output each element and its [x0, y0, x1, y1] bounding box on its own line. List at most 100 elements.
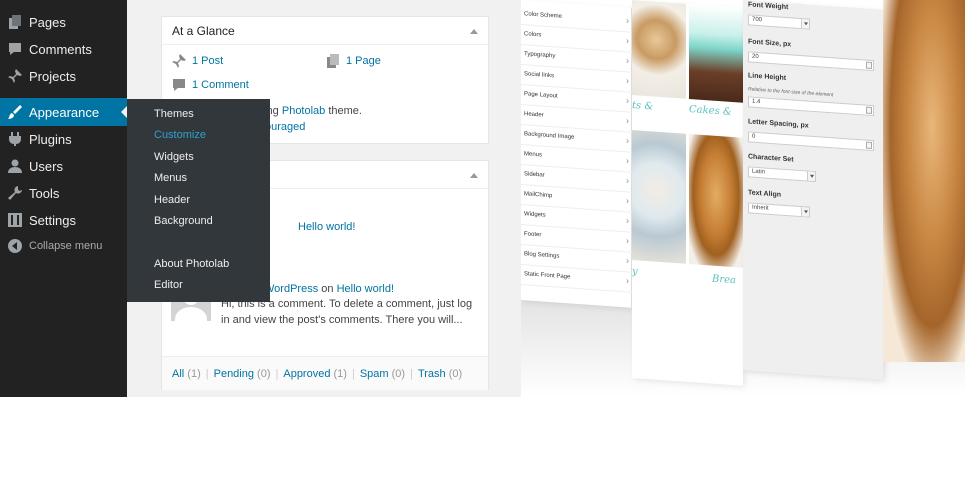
setting-label: Letter Spacing, px — [748, 118, 809, 130]
recent-post-link[interactable]: Hello world! — [298, 221, 355, 233]
settings-icon — [8, 213, 22, 227]
photo-caption: Cakes & — [689, 103, 732, 118]
panel-label: Sidebar — [524, 171, 545, 179]
collapse-icon — [8, 239, 22, 253]
comment-on-text: on — [318, 283, 337, 295]
customizer-preview-image: Color Scheme › Colors › Typography › Social… — [521, 0, 965, 397]
chevron-down-icon — [801, 207, 809, 217]
sidebar-item-label: Plugins — [29, 131, 72, 147]
glance-pages-label: 1 Page — [346, 55, 381, 67]
sidebar-item-label: Appearance — [29, 104, 100, 120]
panel-label: Menus — [524, 151, 543, 159]
panel-label: Background Image — [524, 131, 575, 141]
cupcake-photo — [689, 3, 743, 103]
comment-author-link[interactable]: WordPress — [264, 283, 318, 295]
stepper-icon — [866, 141, 872, 150]
panel-label: Static Front Page — [524, 271, 571, 281]
panel-label: Blog Settings — [524, 251, 560, 260]
comment-excerpt-line2: in and view the post's comments. There y… — [221, 314, 463, 326]
glance-comments-label: 1 Comment — [192, 79, 249, 91]
setting-label: Font Weight — [748, 1, 789, 12]
setting-value: Inherit — [752, 204, 769, 212]
chevron-down-icon — [807, 171, 815, 182]
sidebar-item-settings[interactable]: Settings — [0, 208, 127, 232]
plugins-icon — [8, 132, 22, 146]
setting-label: Line Height — [748, 72, 787, 83]
filter-count: (0) — [257, 367, 271, 380]
collapse-menu-label: Collapse menu — [29, 240, 103, 252]
sidebar-item-plugins[interactable]: Plugins — [0, 127, 127, 151]
admin-sidebar: Pages Comments Projects Appearance Plugi… — [0, 0, 127, 397]
setting-value: 1.4 — [752, 98, 761, 106]
sidebar-item-users[interactable]: Users — [0, 154, 127, 178]
font-size-input: 20 — [748, 51, 874, 72]
panel-label: Social links — [524, 71, 555, 80]
submenu-item-customize[interactable]: Customize — [154, 129, 206, 141]
appearance-icon — [8, 105, 22, 119]
theme-info-suffix: theme. — [325, 105, 362, 117]
filter-spam-link[interactable]: Spam — [360, 368, 389, 380]
filter-pending-link[interactable]: Pending — [214, 368, 254, 380]
submenu-item-widgets[interactable]: Widgets — [154, 151, 194, 163]
glance-posts-link[interactable]: 1 Post — [172, 54, 223, 68]
pages-icon — [8, 15, 22, 29]
pin-icon — [172, 54, 186, 68]
sidebar-item-label: Pages — [29, 14, 66, 30]
typography-settings-panel: Font Weight 700 Font Size, px 20 Line He… — [743, 0, 883, 380]
submenu-item-editor[interactable]: Editor — [154, 279, 183, 291]
photo-caption: Brea — [712, 273, 737, 287]
pages-icon — [326, 54, 340, 68]
submenu-item-background[interactable]: Background — [154, 215, 213, 227]
setting-value: 20 — [752, 53, 759, 61]
filter-all-link[interactable]: All — [172, 368, 184, 380]
croissants-photo — [689, 133, 743, 268]
setting-label: Character Set — [748, 153, 794, 164]
glance-posts-label: 1 Post — [192, 55, 224, 67]
submenu-item-menus[interactable]: Menus — [154, 172, 187, 184]
submenu-item-about-photolab[interactable]: About Photolab — [154, 258, 229, 270]
theme-info-text: ning Photolab theme. — [258, 105, 362, 117]
letter-spacing-input: 0 — [748, 131, 874, 152]
tools-icon — [8, 186, 22, 200]
filter-count: (0) — [448, 367, 463, 380]
sidebar-item-pages[interactable]: Pages — [0, 10, 127, 34]
widget-toggle-button[interactable] — [470, 29, 478, 34]
submenu-item-header[interactable]: Header — [154, 194, 190, 206]
cookies-photo — [632, 0, 686, 99]
theme-preview-panel: ts & Cakes & y Brea — [632, 0, 743, 386]
comment-meta: WordPress on Hello world! — [264, 283, 394, 295]
panel-label: Typography — [524, 51, 556, 60]
font-weight-select: 700 — [748, 14, 810, 30]
glance-pages-link[interactable]: 1 Page — [326, 54, 381, 68]
submenu-item-themes[interactable]: Themes — [154, 108, 194, 120]
sidebar-item-projects[interactable]: Projects — [0, 64, 127, 88]
theme-name-link[interactable]: Photolab — [282, 105, 325, 117]
filter-approved-link[interactable]: Approved — [283, 368, 330, 380]
sidebar-item-label: Users — [29, 158, 63, 174]
sidebar-item-label: Comments — [29, 41, 92, 57]
panel-label: Header — [524, 111, 544, 119]
comment-status-filters: All (1) | Pending (0) | Approved (1) | Spam… — [162, 356, 488, 390]
projects-icon — [8, 69, 22, 83]
sidebar-item-tools[interactable]: Tools — [0, 181, 127, 205]
search-engines-discouraged-link[interactable]: ouraged — [265, 121, 305, 133]
comments-icon — [8, 42, 22, 56]
widget-toggle-button[interactable] — [470, 173, 478, 178]
filter-count: (1) — [187, 367, 201, 380]
sidebar-item-appearance[interactable]: Appearance — [0, 98, 127, 126]
sidebar-item-comments[interactable]: Comments — [0, 37, 127, 61]
character-set-select: Latin — [748, 166, 816, 183]
filter-count: (0) — [391, 367, 406, 380]
filter-trash-link[interactable]: Trash — [418, 368, 446, 380]
dessert-photo — [632, 130, 686, 264]
filter-count: (1) — [333, 367, 347, 380]
customizer-panel-list: Color Scheme › Colors › Typography › Social… — [521, 0, 632, 308]
comment-post-link[interactable]: Hello world! — [337, 283, 394, 295]
panel-label: Color Scheme — [524, 11, 563, 20]
panel-label: Footer — [524, 231, 542, 239]
photo-caption: ts & — [632, 100, 654, 113]
glance-comments-link[interactable]: 1 Comment — [172, 78, 249, 92]
stepper-icon — [866, 61, 872, 70]
collapse-menu-button[interactable]: Collapse menu — [0, 234, 127, 258]
panel-label: MailChimp — [524, 191, 553, 200]
